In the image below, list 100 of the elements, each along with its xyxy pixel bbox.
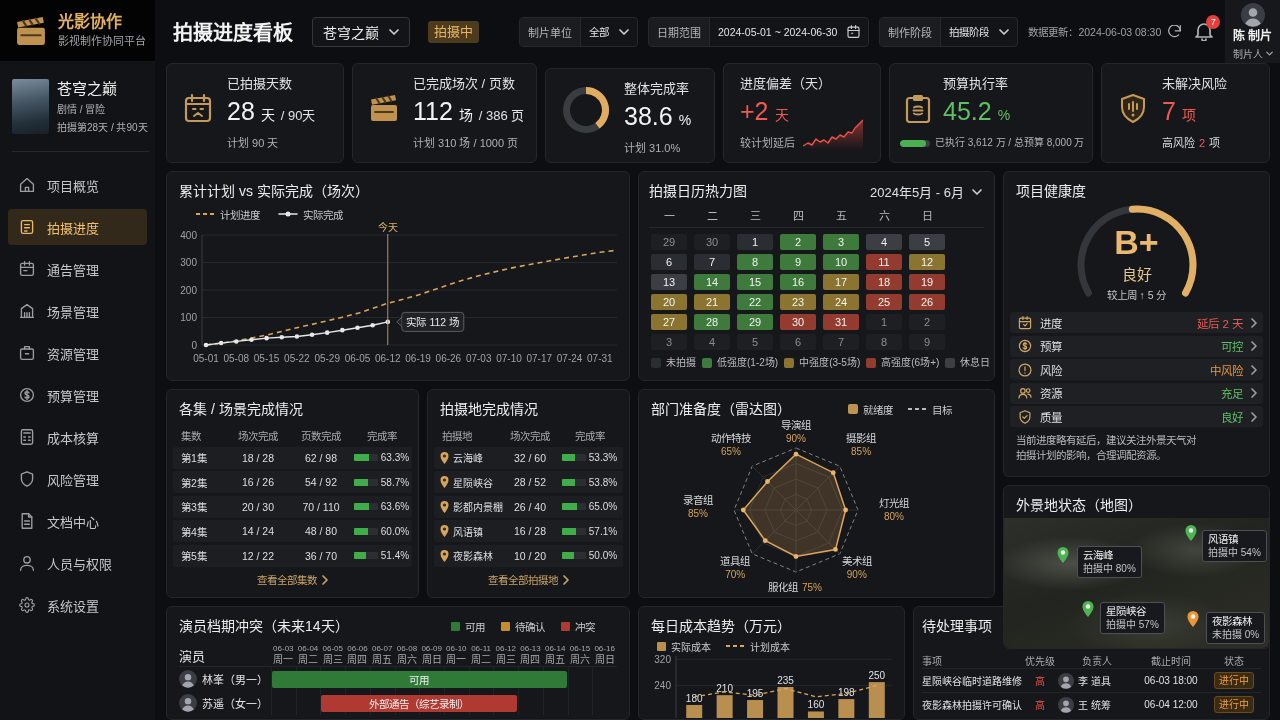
role-dropdown[interactable]: 制片人	[1232, 45, 1273, 61]
calendar-day: 20	[651, 294, 687, 310]
cost-bar	[686, 704, 703, 718]
location-name: 夜影森林	[453, 550, 493, 563]
project-title: 苍穹之巅	[57, 78, 118, 98]
swatch-icon	[657, 641, 666, 651]
column-header: 场次完成	[237, 428, 279, 443]
chevron-down-icon	[389, 28, 399, 35]
legend-label: 休息日	[960, 357, 991, 369]
data-point	[324, 330, 330, 335]
brand-tagline: 影视制作协同平台	[58, 35, 146, 48]
health-label: 风险	[1040, 363, 1063, 378]
kpi-note: 已执行 3,612 万 / 总预算 8,000 万	[935, 136, 1085, 150]
calendar-day: 6	[780, 334, 816, 350]
refresh-icon[interactable]	[1168, 25, 1182, 38]
view-all-link[interactable]: 查看全部集数	[257, 573, 328, 587]
month-range-dropdown[interactable]: 2024年5月 - 6月	[870, 182, 982, 201]
pin-icon	[440, 549, 449, 562]
calendar-day: 3	[823, 234, 859, 250]
dashed-line-icon	[195, 212, 215, 216]
nav-item[interactable]: 通告管理	[8, 251, 147, 287]
kpi-value: 112	[413, 96, 453, 126]
kpi-unit: %	[997, 107, 1011, 123]
axis-label: 05-22	[284, 353, 310, 364]
card-title: 累计计划 vs 实际完成（场次）	[179, 182, 369, 200]
project-dropdown[interactable]: 苍穹之巅	[312, 16, 410, 47]
calendar-day: 13	[651, 274, 687, 290]
health-row[interactable]: 风险 中风险	[1010, 359, 1263, 380]
calendar-day: 22	[737, 294, 773, 310]
card-title: 各集 / 场景完成情况	[179, 400, 303, 418]
kpi-title: 进度偏差（天）	[740, 76, 832, 92]
table-cell-text: 06-04 12:00	[1143, 699, 1199, 710]
owner-name: 李 道具	[1078, 675, 1111, 688]
nav-item[interactable]: 预算管理	[8, 377, 147, 413]
chevron-right-icon	[1251, 364, 1257, 375]
filter-dropdown[interactable]: 制片单位 全部	[519, 16, 638, 47]
rate-value: 53.8%	[588, 476, 618, 488]
table-cell-text: 06-03 18:00	[1143, 675, 1199, 686]
card-title: 拍摄日历热力图	[649, 182, 747, 200]
axis-label: 05-08	[223, 353, 250, 364]
card-title: 每日成本趋势（万元）	[651, 617, 791, 635]
kpi-value: 38.6	[624, 101, 673, 131]
axis-label: 300	[180, 257, 197, 268]
health-label: 进度	[1040, 316, 1063, 331]
health-row[interactable]: 预算 可控	[1010, 335, 1263, 357]
bar-value-label: 210	[716, 683, 733, 695]
table-cell-text: 32 / 60	[512, 451, 548, 464]
department-label: 美术组	[841, 554, 872, 567]
nav-item[interactable]: 风险管理	[8, 461, 147, 497]
kpi-note: 计划 310 场 / 1000 页	[413, 136, 520, 150]
card-title: 拍摄地完成情况	[440, 400, 538, 418]
nav-item[interactable]: 系统设置	[8, 587, 147, 623]
department-label: 道具组	[720, 554, 751, 567]
filter-dropdown[interactable]: 制作阶段 拍摄阶段	[879, 16, 1019, 47]
readiness-value: 85%	[688, 508, 708, 519]
health-row[interactable]: 质量 良好	[1010, 406, 1263, 427]
shield-icon	[1118, 93, 1148, 123]
calendar-day: 30	[694, 234, 730, 250]
view-all-link[interactable]: 查看全部拍摄地	[488, 573, 569, 587]
cost-bar	[838, 699, 855, 718]
nav-item[interactable]: 场景管理	[8, 293, 147, 329]
calendar-day: 10	[823, 254, 859, 270]
card-title: 演员档期冲突（未来14天）	[179, 617, 349, 635]
table-cell-text: 26 / 40	[512, 500, 548, 513]
weekday-header: 二	[705, 209, 719, 223]
legend-label: 实际成本	[671, 640, 711, 654]
kpi-unit: 天	[774, 106, 789, 124]
rate-value: 63.3%	[380, 452, 410, 463]
location-name: 风语镇	[453, 525, 483, 539]
column-header: 负责人	[1081, 654, 1113, 668]
nav-item[interactable]: 文档中心	[8, 503, 147, 539]
nav-item[interactable]: 资源管理	[8, 335, 147, 371]
value-tooltip: 实际 112 场	[396, 311, 465, 332]
table-cell-text: 54 / 92	[303, 476, 339, 488]
health-row[interactable]: 资源 充足	[1010, 382, 1263, 404]
date-header: 06-09 周日	[420, 643, 443, 667]
data-point	[830, 470, 836, 476]
health-row[interactable]: 进度 延后 2 天	[1010, 312, 1263, 333]
dollar-icon	[19, 387, 35, 403]
chevron-right-icon	[1251, 388, 1257, 398]
data-point	[793, 451, 799, 457]
axis-label: 240	[654, 679, 671, 691]
nav-item[interactable]: 成本核算	[8, 419, 147, 455]
kpi-title: 预算执行率	[943, 76, 1009, 92]
date-range-field[interactable]: 日期范围 2024-05-01 ~ 2024-06-30	[648, 16, 870, 47]
calendar-day: 5	[737, 334, 773, 350]
table-cell-text: 62 / 98	[303, 451, 339, 464]
axis-label: 06-26	[435, 353, 462, 364]
nav-item[interactable]: 拍摄进度	[8, 209, 147, 245]
card-title: 外景地状态（地图）	[1016, 496, 1142, 514]
priority-label: 高	[1034, 699, 1046, 712]
card-title: 待处理事项	[922, 617, 992, 635]
date-header: 06-03 周一	[272, 643, 295, 667]
calendar-day: 26	[909, 294, 945, 310]
readiness-value: 85%	[851, 445, 872, 457]
data-point	[249, 337, 254, 343]
calendar-day: 4	[694, 334, 730, 350]
calendar-day: 8	[737, 254, 773, 270]
nav-item[interactable]: 人员与权限	[8, 545, 147, 581]
nav-item[interactable]: 项目概览	[8, 167, 147, 203]
